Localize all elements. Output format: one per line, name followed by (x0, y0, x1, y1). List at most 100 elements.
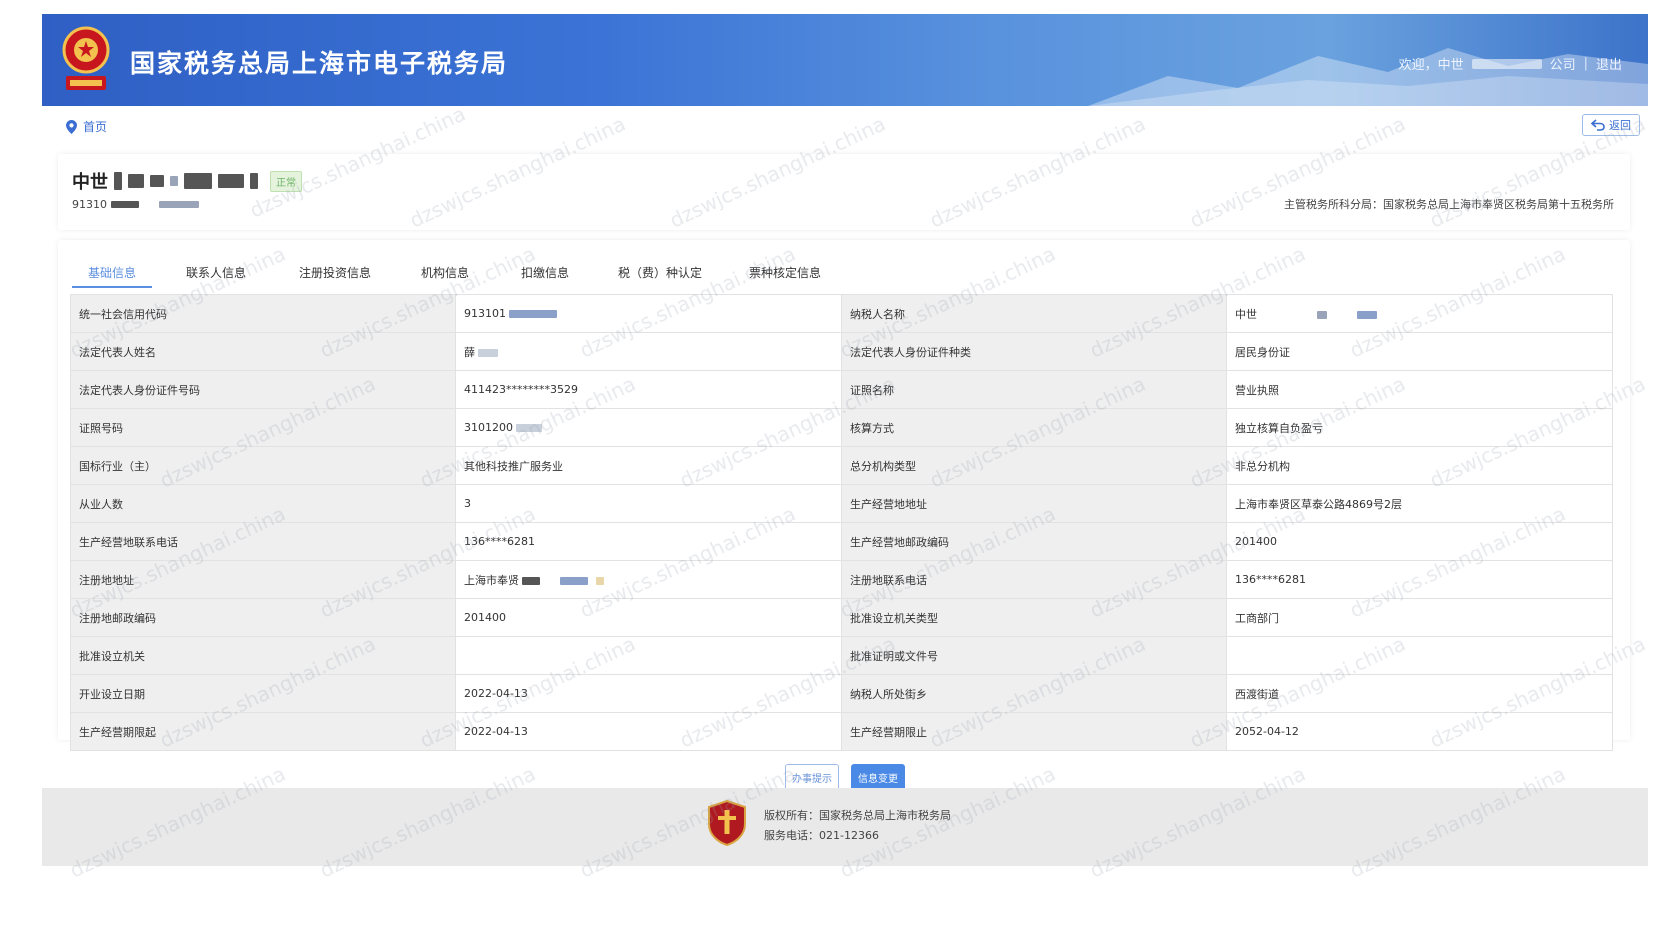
redacted (218, 174, 244, 188)
company-code-text: 91310 (72, 198, 107, 211)
field-label: 生产经营期限止 (841, 712, 1227, 751)
redacted (111, 201, 139, 208)
field-label: 生产经营地邮政编码 (841, 522, 1227, 561)
footer: 版权所有：国家税务总局上海市税务局 服务电话：021-12366 (42, 788, 1648, 866)
footer-logo-icon (708, 800, 746, 846)
tax-office-label: 主管税务所科分局： (1284, 198, 1383, 211)
tab-invoice-type[interactable]: 票种核定信息 (730, 256, 840, 288)
location-pin-icon (66, 119, 77, 134)
redacted (596, 576, 604, 585)
guide-button[interactable]: 办事提示 (785, 764, 839, 791)
field-label: 开业设立日期 (70, 674, 456, 713)
company-code: 91310 (72, 198, 199, 211)
field-value: 3101200 (455, 408, 842, 447)
phone-line: 服务电话：021-12366 (764, 826, 951, 846)
redacted (114, 172, 122, 190)
field-value: 营业执照 (1226, 370, 1613, 409)
table-row: 法定代表人姓名 薛 法定代表人身份证件种类 居民身份证 (70, 332, 1613, 371)
field-value-text: 中世 (1235, 307, 1257, 321)
field-value (1226, 636, 1613, 675)
field-value-text: 上海市奉贤 (464, 573, 519, 587)
field-label: 批准设立机关类型 (841, 598, 1227, 637)
table-row: 批准设立机关 批准证明或文件号 (70, 636, 1613, 675)
table-row: 生产经营期限起 2022-04-13 生产经营期限止 2052-04-12 (70, 712, 1613, 751)
company-link[interactable]: 公司 (1550, 54, 1576, 73)
field-value: 201400 (1226, 522, 1613, 561)
separator: | (1583, 56, 1588, 71)
field-value: 136****6281 (1226, 560, 1613, 599)
field-value (455, 636, 842, 675)
tab-basic-info[interactable]: 基础信息 (72, 256, 152, 288)
field-value: 西渡街道 (1226, 674, 1613, 713)
field-value: 201400 (455, 598, 842, 637)
footer-text: 版权所有：国家税务总局上海市税务局 服务电话：021-12366 (764, 806, 951, 846)
redacted (560, 576, 588, 585)
redacted (250, 173, 258, 189)
field-value-text: 913101 (464, 307, 506, 320)
back-button-label: 返回 (1609, 119, 1631, 132)
field-value: 独立核算自负盈亏 (1226, 408, 1613, 447)
change-info-button[interactable]: 信息变更 (851, 764, 905, 791)
redacted (1357, 310, 1377, 319)
redacted (159, 201, 199, 208)
phone-label: 服务电话： (764, 829, 819, 842)
field-value-text: 3101200 (464, 421, 513, 434)
redacted-user (1471, 58, 1542, 69)
emblem-icon (62, 26, 110, 90)
field-label: 国标行业（主） (70, 446, 456, 485)
field-value: 136****6281 (455, 522, 842, 561)
field-label: 纳税人所处街乡 (841, 674, 1227, 713)
table-row: 统一社会信用代码 913101 纳税人名称 中世 (70, 294, 1613, 333)
back-button[interactable]: 返回 (1582, 114, 1640, 136)
field-value: 上海市奉贤 (455, 560, 842, 599)
field-label: 证照号码 (70, 408, 456, 447)
logout-link[interactable]: 退出 (1596, 54, 1622, 73)
table-row: 生产经营地联系电话 136****6281 生产经营地邮政编码 201400 (70, 522, 1613, 561)
table-row: 注册地邮政编码 201400 批准设立机关类型 工商部门 (70, 598, 1613, 637)
field-value: 薛 (455, 332, 842, 371)
copyright-line: 版权所有：国家税务总局上海市税务局 (764, 806, 951, 826)
redacted (522, 576, 540, 585)
breadcrumb-home[interactable]: 首页 (83, 118, 107, 135)
tax-office-value: 国家税务总局上海市奉贤区税务局第十五税务所 (1383, 198, 1614, 211)
field-label: 纳税人名称 (841, 294, 1227, 333)
field-value: 工商部门 (1226, 598, 1613, 637)
redacted (184, 173, 212, 189)
company-card: 中世 正常 91310 主管税务所科分局：国家税务总局上海市奉贤区税务局第十五税… (58, 154, 1630, 230)
tab-organization[interactable]: 机构信息 (390, 256, 500, 288)
page: 国家税务总局上海市电子税务局 欢迎，中世 公司 | 退出 首页 返回 中世 正常… (42, 14, 1648, 914)
field-label: 生产经营地联系电话 (70, 522, 456, 561)
company-name-text: 中世 (72, 172, 108, 193)
redacted (478, 348, 498, 357)
table-row: 国标行业（主） 其他科技推广服务业 总分机构类型 非总分机构 (70, 446, 1613, 485)
field-value: 3 (455, 484, 842, 523)
company-name: 中世 正常 (72, 168, 302, 194)
redacted (128, 174, 144, 188)
breadcrumb: 首页 (66, 118, 107, 135)
copyright-label: 版权所有： (764, 809, 819, 822)
redacted (1317, 310, 1327, 319)
redacted (170, 176, 178, 186)
status-badge: 正常 (270, 170, 302, 192)
tab-tax-type-determination[interactable]: 税（费）种认定 (590, 256, 730, 288)
field-value: 2052-04-12 (1226, 712, 1613, 751)
field-label: 法定代表人身份证件号码 (70, 370, 456, 409)
copyright-value: 国家税务总局上海市税务局 (819, 809, 951, 822)
redacted (516, 424, 542, 432)
back-arrow-icon (1591, 119, 1605, 131)
field-label: 核算方式 (841, 408, 1227, 447)
field-label: 法定代表人身份证件种类 (841, 332, 1227, 371)
field-value: 非总分机构 (1226, 446, 1613, 485)
top-header: 国家税务总局上海市电子税务局 欢迎，中世 公司 | 退出 (42, 14, 1648, 106)
field-value: 2022-04-13 (455, 674, 842, 713)
info-panel: 基础信息 联系人信息 注册投资信息 机构信息 扣缴信息 税（费）种认定 票种核定… (58, 240, 1630, 751)
tab-registration-investment[interactable]: 注册投资信息 (280, 256, 390, 288)
field-label: 统一社会信用代码 (70, 294, 456, 333)
tab-contacts[interactable]: 联系人信息 (152, 256, 280, 288)
field-value: 411423********3529 (455, 370, 842, 409)
table-row: 注册地地址 上海市奉贤 注册地联系电话 136****6281 (70, 560, 1613, 599)
tab-withholding[interactable]: 扣缴信息 (500, 256, 590, 288)
field-label: 注册地联系电话 (841, 560, 1227, 599)
field-value: 其他科技推广服务业 (455, 446, 842, 485)
action-buttons: 办事提示 信息变更 (42, 764, 1648, 791)
